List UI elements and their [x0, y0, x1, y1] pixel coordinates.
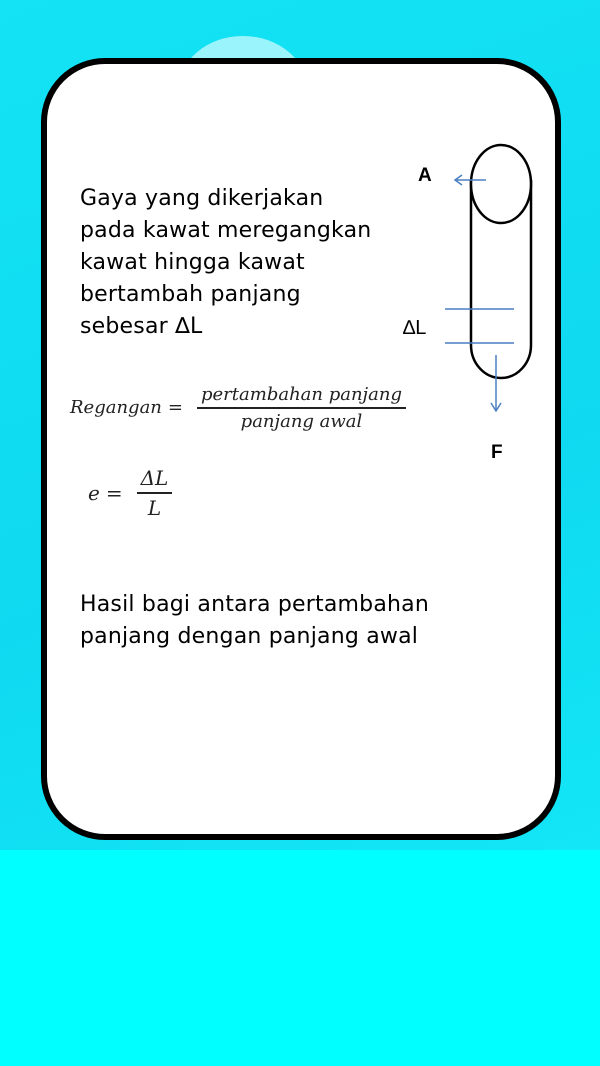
label-delta-l: ∆L	[403, 317, 427, 339]
wire-top-cross-section	[469, 143, 533, 225]
label-force: F	[491, 442, 503, 463]
label-area: A	[418, 165, 432, 186]
wire-diagram	[445, 143, 533, 413]
